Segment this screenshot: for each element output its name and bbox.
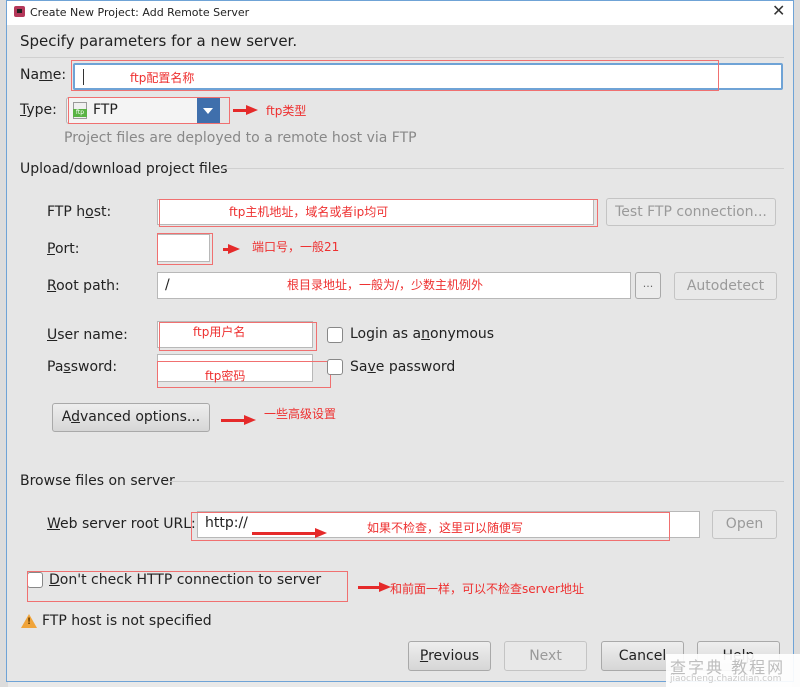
- heading-separator: [20, 57, 784, 58]
- annotation-host: ftp主机地址，域名或者ip均可: [229, 205, 389, 219]
- previous-button[interactable]: Previous: [408, 641, 491, 671]
- advanced-options-button[interactable]: Advanced options...: [52, 403, 210, 432]
- upload-section-separator: [222, 168, 784, 169]
- annotation-name: ftp配置名称: [130, 71, 195, 85]
- annotation-password: ftp密码: [205, 369, 246, 383]
- user-name-label: User name:: [47, 327, 128, 343]
- annotation-port: 端口号，一般21: [252, 240, 340, 254]
- next-button[interactable]: Next: [504, 641, 587, 671]
- warning-message: FTP host is not specified: [42, 613, 212, 629]
- annotation-root: 根目录地址，一般为/，少数主机例外: [287, 278, 484, 292]
- test-ftp-connection-button[interactable]: Test FTP connection...: [606, 198, 776, 226]
- web-url-label: Web server root URL:: [47, 516, 196, 532]
- save-password-label[interactable]: Save password: [350, 359, 455, 375]
- login-anonymous-label[interactable]: Login as anonymous: [350, 326, 494, 342]
- browse-root-path-button[interactable]: ...: [635, 272, 661, 299]
- type-description: Project files are deployed to a remote h…: [64, 130, 417, 146]
- open-button[interactable]: Open: [712, 510, 777, 539]
- annotation-box-type: [68, 97, 230, 124]
- autodetect-button[interactable]: Autodetect: [674, 272, 777, 300]
- login-anonymous-checkbox[interactable]: [327, 327, 343, 343]
- annotation-box-dont-check: [27, 571, 348, 602]
- name-label: Name:: [20, 67, 67, 83]
- password-label: Password:: [47, 359, 118, 375]
- root-path-label: Root path:: [47, 278, 120, 294]
- annotation-type: ftp类型: [266, 104, 307, 118]
- ftp-host-label: FTP host:: [47, 204, 112, 220]
- window-title: Create New Project: Add Remote Server: [30, 6, 250, 19]
- upload-section-title: Upload/download project files: [20, 161, 228, 177]
- browse-section-separator: [166, 481, 784, 482]
- annotation-web-url: 如果不检查，这里可以随便写: [367, 521, 524, 535]
- save-password-checkbox[interactable]: [327, 359, 343, 375]
- browse-section-title: Browse files on server: [20, 473, 175, 489]
- app-icon: [14, 6, 25, 17]
- dialog-heading: Specify parameters for a new server.: [20, 32, 298, 50]
- close-icon[interactable]: ✕: [772, 3, 785, 19]
- root-path-value: /: [165, 277, 170, 293]
- annotation-advanced: 一些高级设置: [264, 407, 337, 421]
- watermark-url: jiaocheng.chazidian.com: [670, 674, 782, 684]
- type-label: Type:: [20, 102, 57, 118]
- annotation-user: ftp用户名: [193, 325, 246, 339]
- annotation-dont-check: 和前面一样，可以不检查server地址: [390, 582, 584, 596]
- annotation-box-port: [157, 233, 213, 265]
- warning-icon: [21, 614, 37, 628]
- port-label: Port:: [47, 241, 80, 257]
